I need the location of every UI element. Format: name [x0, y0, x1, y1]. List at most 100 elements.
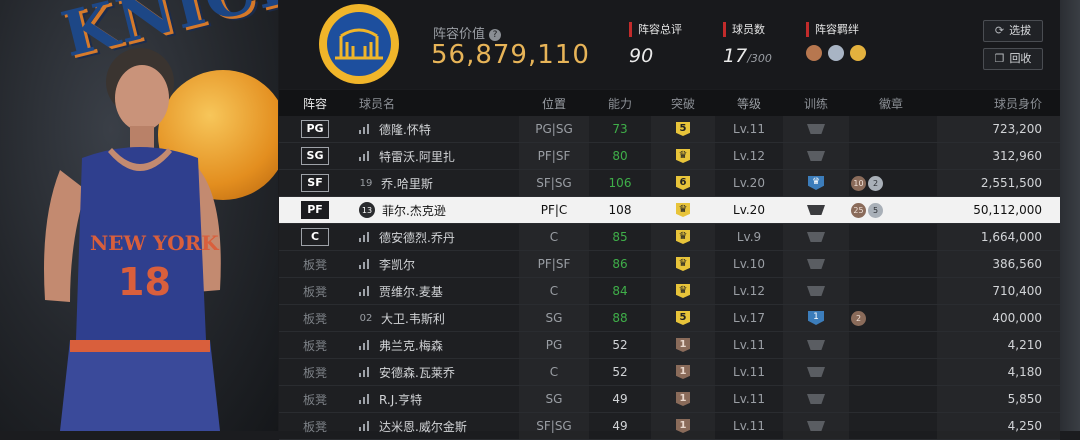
player-name-cell[interactable]: 德安德烈.乔丹 [351, 224, 519, 250]
training-icon[interactable] [807, 340, 825, 350]
lineup-slot[interactable]: 板凳 [279, 251, 351, 277]
training-icon[interactable] [807, 394, 825, 404]
training-cell[interactable] [783, 224, 849, 250]
breakthrough-cell[interactable]: ♛ [651, 224, 715, 250]
badge-cell[interactable] [849, 116, 937, 142]
player-name-cell[interactable]: 02 大卫.韦斯利 [351, 305, 519, 331]
badge-icon[interactable]: 2 [851, 310, 866, 326]
col-value[interactable]: 球员身价 [937, 90, 1060, 116]
training-icon[interactable] [807, 367, 825, 377]
training-icon[interactable] [807, 286, 825, 296]
badge-cell[interactable] [849, 332, 937, 358]
lineup-slot[interactable]: 板凳 [279, 278, 351, 304]
lineup-slot[interactable]: 板凳 [279, 332, 351, 358]
training-icon[interactable] [807, 421, 825, 431]
bond-gold-icon[interactable] [850, 45, 866, 61]
col-ability[interactable]: 能力 [589, 90, 651, 116]
training-cell[interactable] [783, 116, 849, 142]
table-row[interactable]: 板凳 弗兰克.梅森 PG 52 1 Lv.11 4,210 [279, 332, 1060, 359]
table-row[interactable]: PG 德隆.怀特 PG|SG 73 5 Lv.11 723,200 [279, 116, 1060, 143]
lineup-slot[interactable]: PG [279, 116, 351, 142]
badge-cell[interactable] [849, 278, 937, 304]
badge-icon[interactable]: 10 [851, 175, 866, 191]
training-cell[interactable] [783, 197, 849, 223]
training-icon[interactable] [807, 124, 825, 134]
training-icon[interactable] [807, 151, 825, 161]
lineup-slot[interactable]: 板凳 [279, 413, 351, 439]
badge-cell[interactable]: 10 2 [849, 170, 937, 196]
badge-cell[interactable]: 25 5 [849, 197, 937, 223]
badge-cell[interactable] [849, 386, 937, 412]
training-cell[interactable]: ♛ [783, 170, 849, 196]
table-row[interactable]: C 德安德烈.乔丹 C 85 ♛ Lv.9 1,664,000 [279, 224, 1060, 251]
breakthrough-cell[interactable]: 1 [651, 359, 715, 385]
breakthrough-cell[interactable]: 1 [651, 332, 715, 358]
col-breakthrough[interactable]: 突破 [651, 90, 715, 116]
training-cell[interactable] [783, 278, 849, 304]
badge-cell[interactable] [849, 413, 937, 439]
table-row[interactable]: 板凳 达米恩.威尔金斯 SF|SG 49 1 Lv.11 4,250 [279, 413, 1060, 440]
breakthrough-cell[interactable]: 5 [651, 305, 715, 331]
breakthrough-cell[interactable]: ♛ [651, 251, 715, 277]
player-name-cell[interactable]: 贾维尔.麦基 [351, 278, 519, 304]
table-row[interactable]: PF 13 菲尔.杰克逊 PF|C 108 ♛ Lv.20 25 5 50,112,000 [279, 197, 1060, 224]
training-cell[interactable] [783, 143, 849, 169]
bond-icons[interactable] [806, 45, 866, 61]
badge-icon[interactable]: 5 [868, 202, 883, 218]
player-name-cell[interactable]: 13 菲尔.杰克逊 [351, 197, 519, 223]
breakthrough-cell[interactable]: 5 [651, 116, 715, 142]
training-icon[interactable] [807, 232, 825, 242]
table-row[interactable]: SG 特雷沃.阿里扎 PF|SF 80 ♛ Lv.12 312,960 [279, 143, 1060, 170]
training-cell[interactable] [783, 332, 849, 358]
training-badge-icon[interactable]: 1 [808, 311, 824, 325]
badge-cell[interactable]: 2 [849, 305, 937, 331]
lineup-slot[interactable]: SG [279, 143, 351, 169]
player-name-cell[interactable]: 弗兰克.梅森 [351, 332, 519, 358]
col-position[interactable]: 位置 [519, 90, 589, 116]
breakthrough-cell[interactable]: ♛ [651, 197, 715, 223]
lineup-slot[interactable]: C [279, 224, 351, 250]
col-lineup[interactable]: 阵容 [279, 90, 351, 116]
table-row[interactable]: 板凳 02 大卫.韦斯利 SG 88 5 Lv.17 1 2 400,000 [279, 305, 1060, 332]
player-name-cell[interactable]: 德隆.怀特 [351, 116, 519, 142]
training-cell[interactable]: 1 [783, 305, 849, 331]
table-row[interactable]: 板凳 贾维尔.麦基 C 84 ♛ Lv.12 710,400 [279, 278, 1060, 305]
badge-cell[interactable] [849, 359, 937, 385]
lineup-slot[interactable]: 板凳 [279, 386, 351, 412]
col-name[interactable]: 球员名 [351, 90, 519, 116]
lineup-slot[interactable]: 板凳 [279, 305, 351, 331]
recycle-button[interactable]: ❐ 回收 [983, 48, 1043, 70]
bond-bronze-icon[interactable] [806, 45, 822, 61]
training-icon[interactable] [807, 205, 825, 215]
training-cell[interactable] [783, 359, 849, 385]
player-name-cell[interactable]: 李凯尔 [351, 251, 519, 277]
lineup-slot[interactable]: PF [279, 197, 351, 223]
breakthrough-cell[interactable]: ♛ [651, 143, 715, 169]
training-cell[interactable] [783, 386, 849, 412]
training-badge-icon[interactable]: ♛ [808, 176, 824, 190]
badge-cell[interactable] [849, 251, 937, 277]
training-cell[interactable] [783, 251, 849, 277]
training-icon[interactable] [807, 259, 825, 269]
badge-icon[interactable]: 25 [851, 202, 866, 218]
bond-silver-icon[interactable] [828, 45, 844, 61]
player-name-cell[interactable]: 特雷沃.阿里扎 [351, 143, 519, 169]
breakthrough-cell[interactable]: 1 [651, 413, 715, 439]
training-cell[interactable] [783, 413, 849, 439]
badge-cell[interactable] [849, 224, 937, 250]
table-row[interactable]: 板凳 安德森.瓦莱乔 C 52 1 Lv.11 4,180 [279, 359, 1060, 386]
col-training[interactable]: 训练 [783, 90, 849, 116]
player-name-cell[interactable]: 19 乔.哈里斯 [351, 170, 519, 196]
badge-cell[interactable] [849, 143, 937, 169]
select-button[interactable]: ⟳ 选拔 [983, 20, 1043, 42]
breakthrough-cell[interactable]: 1 [651, 386, 715, 412]
breakthrough-cell[interactable]: 6 [651, 170, 715, 196]
badge-icon[interactable]: 2 [868, 175, 883, 191]
player-name-cell[interactable]: R.J.亨特 [351, 386, 519, 412]
col-level[interactable]: 等级 [715, 90, 783, 116]
col-badge[interactable]: 徽章 [849, 90, 937, 116]
breakthrough-cell[interactable]: ♛ [651, 278, 715, 304]
lineup-slot[interactable]: SF [279, 170, 351, 196]
player-name-cell[interactable]: 达米恩.威尔金斯 [351, 413, 519, 439]
table-row[interactable]: 板凳 李凯尔 PF|SF 86 ♛ Lv.10 386,560 [279, 251, 1060, 278]
